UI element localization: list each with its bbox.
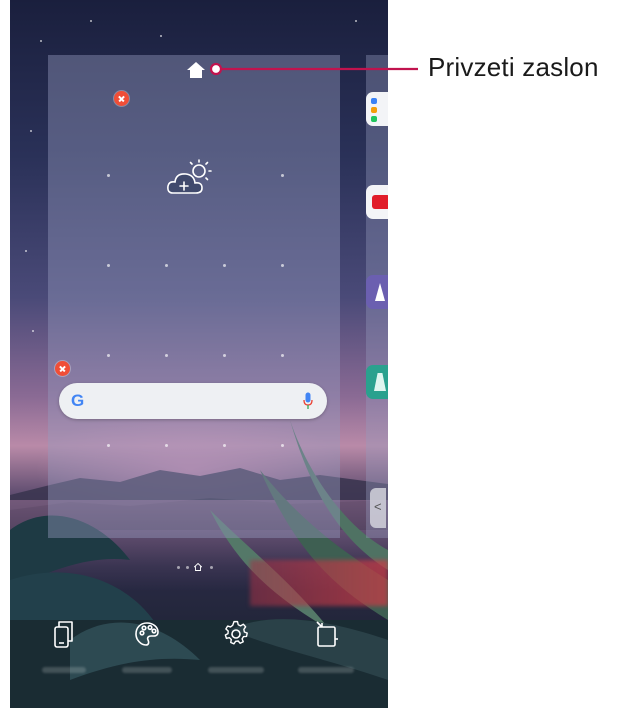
- callout-label: Privzeti zaslon: [428, 52, 599, 82]
- callout-line: [209, 62, 418, 76]
